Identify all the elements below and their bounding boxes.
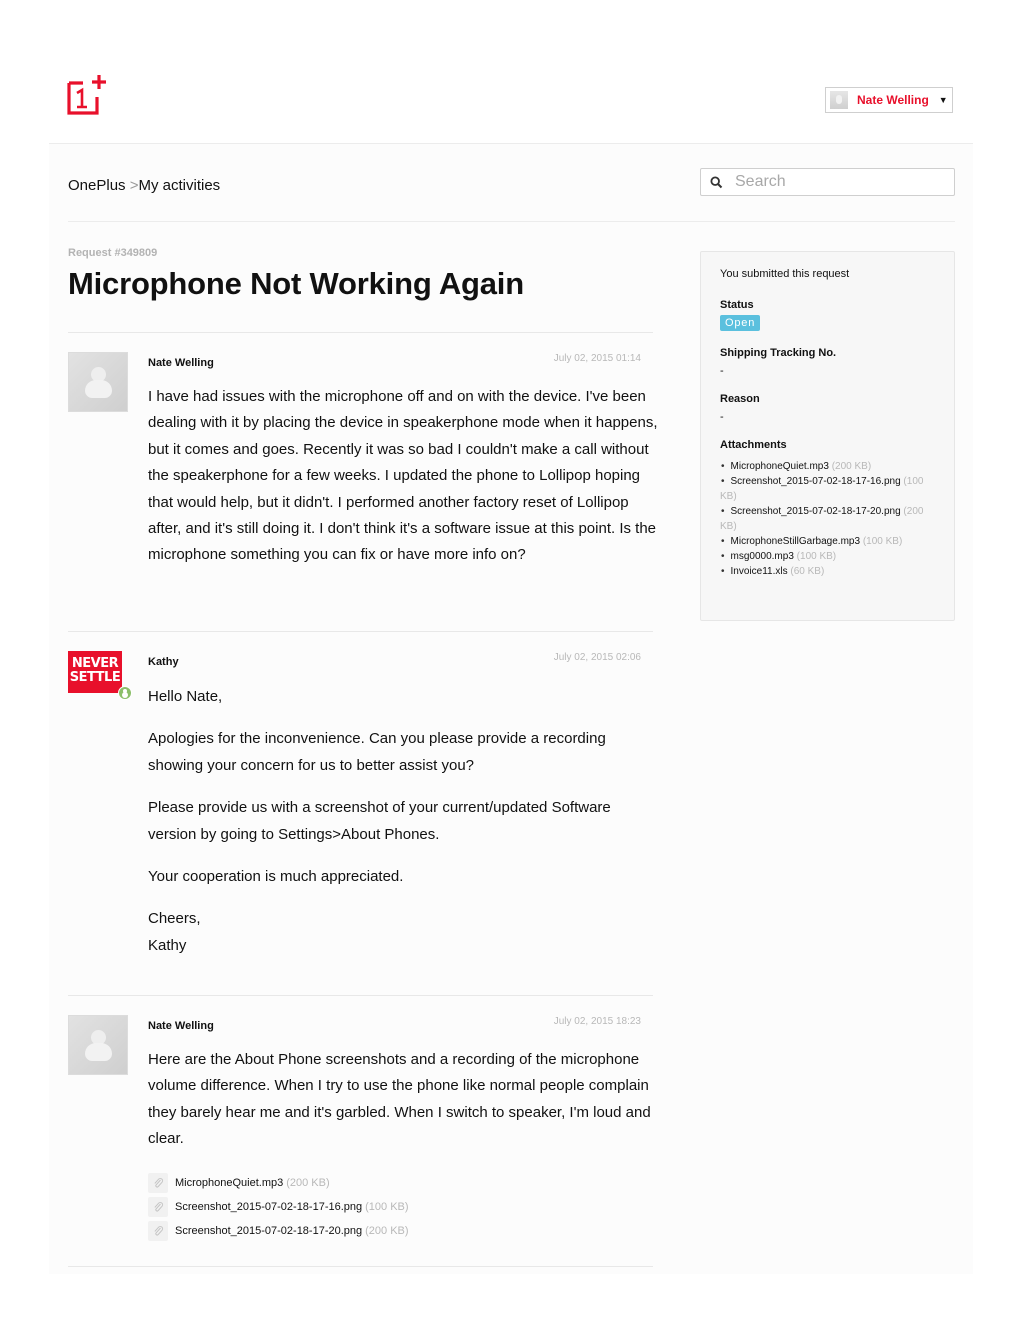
search-icon <box>710 175 723 188</box>
comment-body: Hello Nate, Apologies for the inconvenie… <box>148 684 658 975</box>
attachment-name[interactable]: Screenshot_2015-07-02-18-17-16.png <box>731 476 901 487</box>
attachment-name[interactable]: MicrophoneQuiet.mp3 <box>731 461 829 472</box>
avatar <box>68 352 128 412</box>
submitted-text: You submitted this request <box>720 268 850 280</box>
paperclip-icon <box>148 1221 168 1241</box>
comment-author: Nate Welling <box>148 1020 214 1032</box>
sidebar-attachment-item[interactable]: Screenshot_2015-07-02-18-17-16.png (100 … <box>720 474 940 504</box>
comment-paragraph: Apologies for the inconvenience. Can you… <box>148 730 606 774</box>
attachment-size: (200 KB) <box>831 461 872 472</box>
reason-label: Reason <box>720 393 760 405</box>
status-label: Status <box>720 299 754 311</box>
reason-value: - <box>720 411 724 423</box>
attachment-size: (100 KB) <box>862 536 903 547</box>
search-input[interactable] <box>733 172 937 192</box>
attachment-name[interactable]: Screenshot_2015-07-02-18-17-20.png <box>731 506 901 517</box>
attachment-name[interactable]: Invoice11.xls <box>731 566 788 577</box>
comment-paragraph: Here are the About Phone screenshots and… <box>148 1051 651 1148</box>
oneplus-logo[interactable] <box>67 75 109 115</box>
divider <box>68 631 653 632</box>
attachment-name[interactable]: MicrophoneStillGarbage.mp3 <box>731 536 861 547</box>
comment: Nate Welling July 02, 2015 18:23 Here ar… <box>68 1015 653 1255</box>
attachment-name[interactable]: Screenshot_2015-07-02-18-17-20.png <box>175 1225 362 1237</box>
search-box[interactable] <box>700 168 955 196</box>
comment-date: July 02, 2015 18:23 <box>553 1016 641 1027</box>
comment-paragraph: Hello Nate, <box>148 688 223 705</box>
comment-date: July 02, 2015 02:06 <box>553 652 641 663</box>
comment-paragraph: Cheers, <box>148 910 201 928</box>
request-details-sidebar: You submitted this request Status Open S… <box>700 251 955 621</box>
sidebar-attachment-list: MicrophoneQuiet.mp3 (200 KB) Screenshot_… <box>720 459 940 579</box>
sidebar-attachment-item[interactable]: Screenshot_2015-07-02-18-17-20.png (200 … <box>720 504 940 534</box>
breadcrumb-root[interactable]: OnePlus <box>68 177 126 194</box>
comment-date: July 02, 2015 01:14 <box>553 353 641 364</box>
paperclip-icon <box>148 1173 168 1193</box>
divider <box>68 1266 653 1267</box>
attachment-list: MicrophoneQuiet.mp3 (200 KB) Screenshot_… <box>148 1171 548 1243</box>
attachment-size: (200 KB) <box>365 1225 409 1237</box>
sidebar-attachment-item[interactable]: Invoice11.xls (60 KB) <box>720 564 940 579</box>
tracking-label: Shipping Tracking No. <box>720 347 837 359</box>
attachment-name[interactable]: MicrophoneQuiet.mp3 <box>175 1177 283 1189</box>
tracking-value: - <box>720 365 724 377</box>
divider <box>68 995 653 996</box>
attachment-item[interactable]: MicrophoneQuiet.mp3 (200 KB) <box>148 1171 548 1195</box>
attachment-size: (200 KB) <box>286 1177 330 1189</box>
attachment-size: (60 KB) <box>790 566 825 577</box>
breadcrumb: OnePlus >My activities <box>68 177 220 194</box>
page-title: Microphone Not Working Again <box>68 266 524 301</box>
paperclip-icon <box>148 1197 168 1217</box>
agent-badge-icon <box>118 686 132 700</box>
attachment-name[interactable]: Screenshot_2015-07-02-18-17-16.png <box>175 1201 362 1213</box>
attachment-size: (100 KB) <box>365 1201 409 1213</box>
avatar <box>68 1015 128 1075</box>
comment-paragraph: Please provide us with a screenshot of y… <box>148 799 611 843</box>
divider <box>68 332 653 333</box>
attachment-name[interactable]: msg0000.mp3 <box>731 551 794 562</box>
comment-paragraph: I have had issues with the microphone of… <box>148 388 658 564</box>
comment-paragraph: Kathy <box>148 936 187 954</box>
attachment-item[interactable]: Screenshot_2015-07-02-18-17-20.png (200 … <box>148 1219 548 1243</box>
sidebar-attachment-item[interactable]: MicrophoneStillGarbage.mp3 (100 KB) <box>720 534 940 549</box>
comment-author: Kathy <box>148 656 179 668</box>
comment-body: I have had issues with the microphone of… <box>148 384 658 585</box>
attachments-label: Attachments <box>720 439 787 451</box>
attachment-size: (100 KB) <box>796 551 837 562</box>
comment: NEVER SETTLE Kathy July 02, 2015 02:06 H… <box>68 651 653 971</box>
comment-body: Here are the About Phone screenshots and… <box>148 1047 658 1169</box>
divider <box>68 221 955 222</box>
user-name: Nate Welling <box>857 93 929 107</box>
status-badge: Open <box>720 315 761 331</box>
breadcrumb-current[interactable]: My activities <box>138 177 220 194</box>
caret-down-icon: ▼ <box>938 95 948 105</box>
request-id: Request #349809 <box>68 247 158 259</box>
attachment-item[interactable]: Screenshot_2015-07-02-18-17-16.png (100 … <box>148 1195 548 1219</box>
sidebar-attachment-item[interactable]: MicrophoneQuiet.mp3 (200 KB) <box>720 459 940 474</box>
user-menu[interactable]: Nate Welling ▼ <box>825 87 953 113</box>
comment-author: Nate Welling <box>148 357 214 369</box>
user-avatar <box>830 91 848 109</box>
comment: Nate Welling July 02, 2015 01:14 I have … <box>68 352 658 612</box>
avatar-never-settle: NEVER SETTLE <box>68 651 122 693</box>
sidebar-attachment-item[interactable]: msg0000.mp3 (100 KB) <box>720 549 940 564</box>
comment-paragraph: Your cooperation is much appreciated. <box>148 868 404 886</box>
